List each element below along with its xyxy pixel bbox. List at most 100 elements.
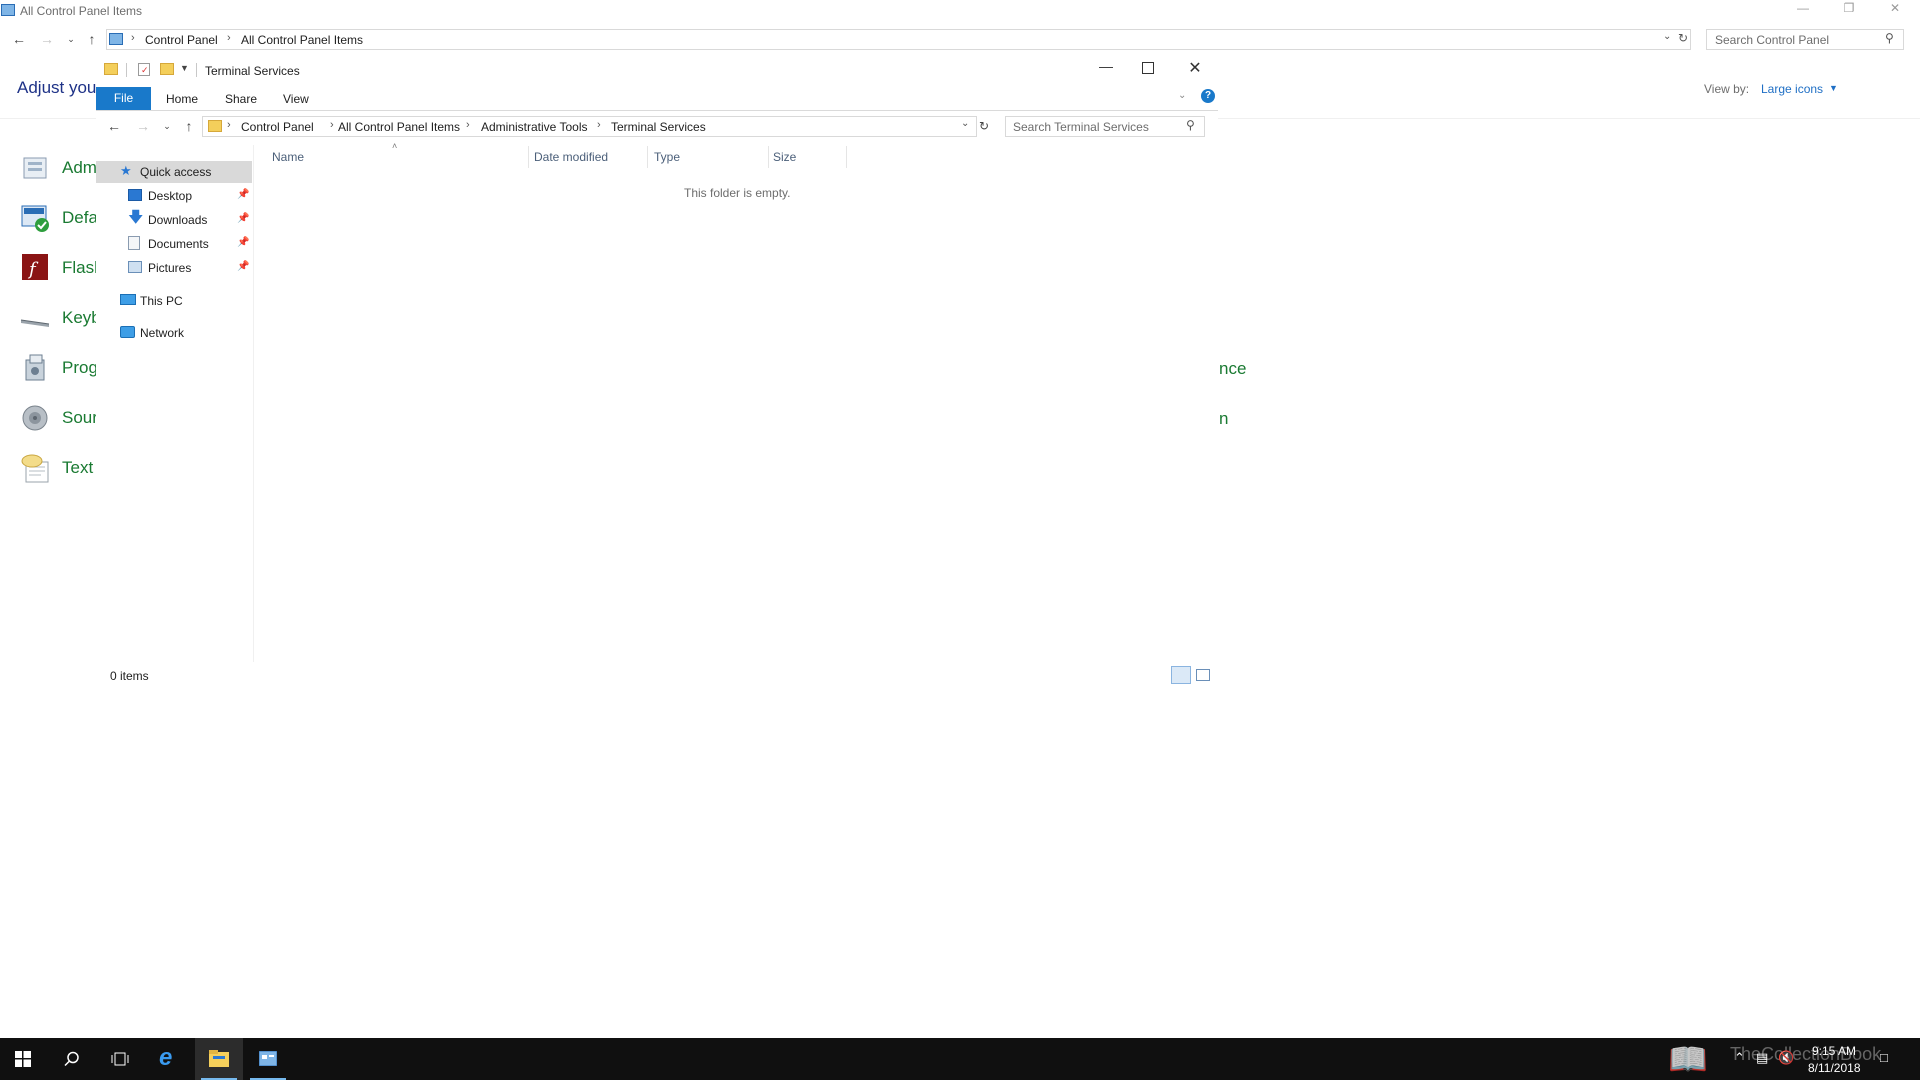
column-header-date-modified[interactable]: Date modified [534, 150, 608, 164]
task-view-button[interactable] [96, 1038, 144, 1080]
breadcrumb-all-items[interactable]: All Control Panel Items [338, 120, 460, 134]
nav-item-pictures[interactable]: Pictures 📌 [128, 257, 252, 279]
large-icons-view-icon[interactable] [1196, 669, 1210, 681]
chevron-right-icon: › [597, 119, 601, 131]
nav-item-this-pc[interactable]: This PC [120, 290, 252, 312]
refresh-icon[interactable]: ↻ [975, 116, 993, 136]
cp-close-button[interactable]: ✕ [1872, 0, 1918, 22]
cp-minimize-button[interactable]: — [1780, 0, 1826, 22]
customize-toolbar-icon[interactable]: ▼ [180, 63, 189, 73]
nav-item-desktop[interactable]: Desktop 📌 [128, 185, 252, 207]
chevron-right-icon: › [330, 119, 334, 131]
breadcrumb-administrative-tools[interactable]: Administrative Tools [481, 120, 588, 134]
nav-item-downloads[interactable]: 🡇 Downloads 📌 [128, 209, 252, 231]
volume-muted-icon[interactable]: 🔇 [1778, 1050, 1794, 1066]
flash-player-icon: f [22, 254, 48, 280]
clock-time[interactable]: 9:15 AM [1812, 1044, 1856, 1058]
back-arrow-icon[interactable]: ← [105, 116, 123, 136]
nav-item-network[interactable]: Network [120, 322, 252, 344]
cp-breadcrumb-control-panel[interactable]: Control Panel [145, 33, 218, 47]
administrative-tools-icon [23, 157, 47, 179]
tab-view[interactable]: View [283, 92, 309, 106]
nav-item-label: Network [140, 326, 185, 340]
chevron-right-icon: › [227, 119, 231, 131]
view-by-dropdown[interactable]: Large icons [1761, 82, 1823, 96]
divider [196, 63, 197, 77]
file-explorer-button[interactable] [195, 1038, 243, 1080]
pictures-icon [128, 261, 142, 273]
column-separator[interactable] [768, 146, 769, 168]
pin-icon[interactable]: 📌 [237, 213, 249, 224]
folder-icon [104, 63, 118, 75]
cp-recent-chevron-icon[interactable]: ⌄ [62, 29, 80, 49]
divider [126, 63, 127, 77]
nav-item-quick-access[interactable]: ★ Quick access [96, 161, 252, 183]
breadcrumb-terminal-services[interactable]: Terminal Services [611, 120, 706, 134]
nav-item-documents[interactable]: Documents 📌 [128, 233, 252, 255]
explorer-title: Terminal Services [205, 64, 300, 78]
taskbar-search-button[interactable] [48, 1038, 96, 1080]
internet-explorer-button[interactable]: e [146, 1038, 194, 1080]
tab-share[interactable]: Share [225, 92, 257, 106]
show-hidden-icons-chevron-icon[interactable]: ⌃ [1734, 1050, 1745, 1066]
cp-address-bar[interactable]: › Control Panel › All Control Panel Item… [106, 29, 1691, 50]
column-separator[interactable] [647, 146, 648, 168]
cp-forward-arrow-icon[interactable]: → [38, 29, 56, 49]
tab-file[interactable]: File [96, 87, 151, 110]
action-center-icon[interactable]: □ [1880, 1050, 1888, 1065]
nav-item-label: Downloads [148, 213, 208, 227]
book-logo-icon: 📖 [1668, 1041, 1708, 1077]
column-header-type[interactable]: Type [654, 150, 680, 164]
cp-item-label-partial[interactable]: n [1219, 409, 1228, 429]
internet-explorer-icon: e [159, 1044, 173, 1071]
network-status-icon[interactable]: ▤ [1756, 1050, 1768, 1066]
column-separator[interactable] [528, 146, 529, 168]
search-icon [64, 1051, 79, 1067]
start-button[interactable] [0, 1038, 48, 1080]
minimize-button[interactable]: — [1091, 58, 1121, 80]
column-separator[interactable] [846, 146, 847, 168]
programs-features-icon [25, 354, 45, 381]
control-panel-title: All Control Panel Items [20, 4, 143, 18]
properties-icon[interactable]: ✓ [138, 63, 150, 76]
control-panel-icon [259, 1051, 277, 1066]
explorer-search-input[interactable]: Search Terminal Services [1005, 116, 1205, 137]
clock-date[interactable]: 8/11/2018 [1808, 1061, 1861, 1075]
cp-breadcrumb-all-items[interactable]: All Control Panel Items [241, 33, 363, 47]
sound-icon [22, 405, 48, 431]
search-icon: ⚲ [1186, 118, 1195, 132]
maximize-button[interactable] [1142, 62, 1154, 74]
cp-restore-button[interactable]: ❐ [1826, 0, 1872, 22]
status-item-count: 0 items [110, 669, 149, 683]
caret-down-icon[interactable]: ▼ [1829, 83, 1838, 93]
pin-icon[interactable]: 📌 [237, 261, 249, 272]
pin-icon[interactable]: 📌 [237, 237, 249, 248]
address-dropdown-icon[interactable]: ⌄ [961, 118, 969, 129]
control-panel-titlebar: All Control Panel Items — ❐ ✕ [0, 0, 1920, 22]
breadcrumb-control-panel[interactable]: Control Panel [241, 120, 314, 134]
cp-search-input[interactable]: Search Control Panel [1706, 29, 1904, 50]
recent-locations-chevron-icon[interactable]: ⌄ [158, 116, 176, 136]
forward-arrow-icon[interactable]: → [134, 116, 152, 136]
control-panel-taskbar-button[interactable] [244, 1038, 292, 1080]
pin-icon[interactable]: 📌 [237, 189, 249, 200]
folder-icon [208, 120, 222, 132]
tab-home[interactable]: Home [166, 92, 198, 106]
help-icon[interactable]: ? [1201, 89, 1215, 103]
cp-back-arrow-icon[interactable]: ← [10, 29, 28, 49]
cp-refresh-icon[interactable]: ↻ [1678, 31, 1688, 45]
file-explorer-icon [209, 1050, 229, 1067]
details-view-icon[interactable] [1171, 666, 1191, 684]
chevron-right-icon: › [227, 32, 231, 44]
cp-up-arrow-icon[interactable]: ↑ [83, 29, 101, 49]
cp-address-dropdown-icon[interactable]: ⌄ [1663, 31, 1671, 42]
expand-ribbon-chevron-icon[interactable]: ⌄ [1178, 90, 1186, 101]
cp-item-label-partial[interactable]: nce [1219, 359, 1246, 379]
up-arrow-icon[interactable]: ↑ [180, 116, 198, 136]
explorer-address-bar[interactable]: › Control Panel › All Control Panel Item… [202, 116, 977, 137]
column-header-name[interactable]: Name [272, 150, 304, 164]
nav-item-label: This PC [140, 294, 183, 308]
new-folder-icon[interactable] [160, 63, 174, 75]
close-button[interactable]: ✕ [1183, 58, 1207, 80]
column-header-size[interactable]: Size [773, 150, 796, 164]
